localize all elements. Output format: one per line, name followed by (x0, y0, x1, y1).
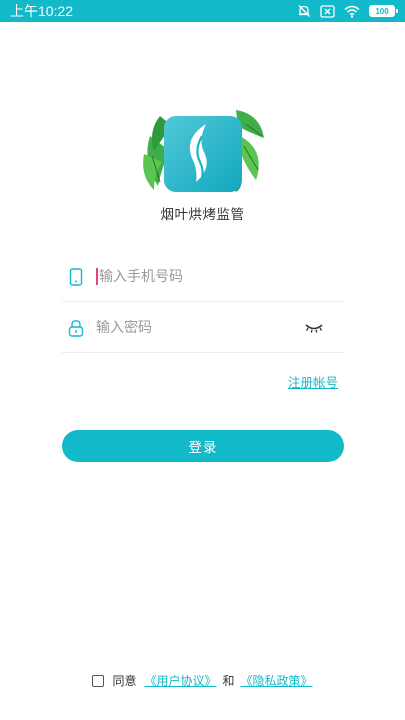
user-agreement-link[interactable]: 《用户协议》 (144, 672, 216, 689)
privacy-policy-link[interactable]: 《隐私政策》 (241, 672, 313, 689)
agreement-row: 同意 《用户协议》 和 《隐私政策》 (0, 672, 405, 689)
phone-icon (65, 266, 87, 288)
alarm-off-icon (298, 5, 310, 17)
login-button[interactable]: 登录 (62, 430, 344, 462)
password-field[interactable] (62, 303, 344, 353)
wifi-icon (344, 5, 360, 18)
and-label: 和 (222, 674, 235, 688)
phone-input[interactable] (99, 268, 299, 285)
app-name: 烟叶烘烤监管 (160, 207, 245, 223)
agreement-checkbox[interactable] (92, 674, 105, 687)
status-time: 上午10:22 (10, 3, 74, 19)
phone-field[interactable] (62, 252, 344, 302)
text-caret (96, 268, 98, 285)
sim-missing-icon (320, 4, 335, 18)
battery-level: 100 (375, 6, 389, 16)
password-input[interactable] (96, 319, 296, 336)
tobacco-leaf-logo (143, 110, 264, 192)
battery-icon: 100 (369, 5, 398, 17)
agree-label: 同意 (112, 674, 137, 688)
eye-closed-icon[interactable] (304, 319, 324, 337)
status-bar: 上午10:22 100 (0, 0, 405, 22)
register-link[interactable]: 注册帐号 (288, 372, 338, 391)
lock-icon (65, 317, 87, 339)
app-logo (140, 106, 266, 194)
status-icons: 100 (297, 4, 398, 18)
